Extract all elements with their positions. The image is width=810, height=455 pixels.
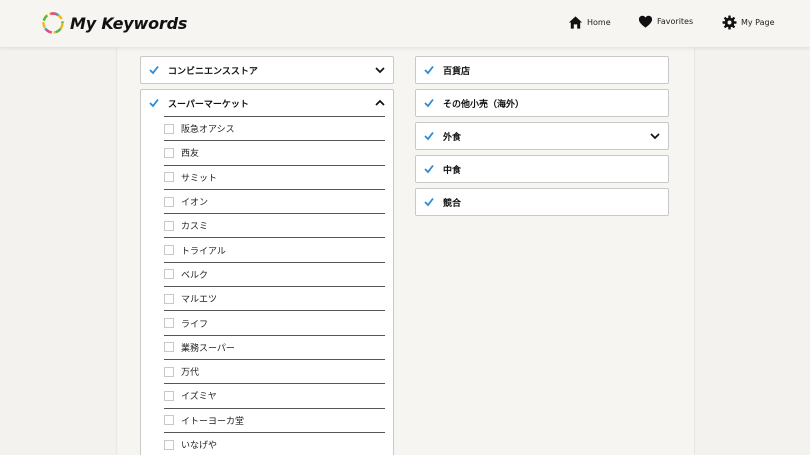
list-item[interactable]: いなげや [164, 431, 385, 455]
category-label: コンビニエンスストア [168, 66, 258, 77]
category-ready-meals[interactable]: 中食 [415, 155, 669, 183]
list-item[interactable]: イトーヨーカ堂 [164, 407, 385, 432]
checkbox[interactable] [164, 220, 174, 231]
checkmark-icon [424, 98, 434, 108]
list-item[interactable]: ライフ [164, 310, 385, 334]
checkbox[interactable] [164, 366, 174, 377]
checkmark-icon [149, 65, 159, 75]
list-item[interactable]: イズミヤ [164, 383, 385, 407]
category-other-retail-overseas[interactable]: その他小売（海外） [415, 89, 669, 117]
checkbox[interactable] [164, 269, 174, 280]
nav-my-page-label: My Page [741, 18, 775, 27]
category-header[interactable]: その他小売（海外） [416, 90, 668, 116]
home-icon [568, 16, 583, 29]
item-label: 業務スーパー [181, 343, 235, 354]
nav-my-page[interactable]: My Page [722, 15, 775, 30]
item-label: ライフ [181, 319, 209, 330]
list-item[interactable]: 西友 [164, 140, 385, 164]
chevron-down-icon[interactable] [650, 132, 660, 140]
list-item[interactable]: ベルク [164, 261, 385, 286]
nav-favorites[interactable]: Favorites [638, 14, 693, 29]
app-title: My Keywords [70, 13, 188, 33]
item-label: イトーヨーカ堂 [181, 416, 245, 427]
category-header[interactable]: コンビニエンスストア [141, 57, 393, 83]
item-label: カスミ [181, 222, 209, 233]
category-label: その他小売（海外） [443, 99, 525, 110]
item-label: トライアル [181, 246, 226, 257]
list-item[interactable]: イオン [164, 188, 385, 213]
checkbox[interactable] [164, 172, 174, 183]
heart-icon [638, 15, 653, 28]
category-label: 外食 [443, 132, 462, 143]
list-item[interactable]: マルエツ [164, 286, 385, 310]
category-header[interactable]: スーパーマーケット [141, 90, 393, 116]
list-item[interactable]: カスミ [164, 213, 385, 237]
list-item[interactable]: 業務スーパー [164, 334, 385, 359]
checkbox[interactable] [164, 196, 174, 207]
checkmark-icon [149, 98, 159, 108]
item-label: いなげや [181, 441, 218, 451]
list-item[interactable]: サミット [164, 164, 385, 189]
category-header[interactable]: 百貨店 [416, 57, 668, 83]
item-label: マルエツ [181, 295, 218, 306]
category-competitors[interactable]: 競合 [415, 188, 669, 216]
checkbox[interactable] [164, 342, 174, 353]
item-label: 阪急オアシス [181, 125, 235, 136]
item-label: サミット [181, 173, 218, 184]
category-label: 中食 [443, 165, 462, 176]
list-item[interactable]: トライアル [164, 237, 385, 261]
item-label: 万代 [181, 368, 200, 379]
app-logo[interactable]: My Keywords [41, 11, 187, 35]
category-convenience-store[interactable]: コンビニエンスストア [140, 56, 394, 84]
checkmark-icon [424, 131, 434, 141]
checkbox[interactable] [164, 147, 174, 158]
nav-favorites-label: Favorites [657, 17, 694, 26]
category-header[interactable]: 競合 [416, 189, 668, 215]
list-item[interactable]: 万代 [164, 358, 385, 383]
item-label: 西友 [181, 149, 200, 160]
top-header: My Keywords Home Favorites My Page [0, 0, 810, 47]
nav-home-label: Home [587, 18, 611, 27]
checkbox[interactable] [164, 245, 174, 256]
checkbox[interactable] [164, 415, 174, 426]
checkbox[interactable] [164, 390, 174, 401]
checkbox[interactable] [164, 123, 174, 134]
checkbox[interactable] [164, 439, 174, 450]
category-header[interactable]: 外食 [416, 123, 668, 149]
category-dining-out[interactable]: 外食 [415, 122, 669, 150]
nav-home[interactable]: Home [568, 15, 611, 30]
logo-ring-icon [42, 12, 64, 34]
checkbox[interactable] [164, 318, 174, 329]
checkmark-icon [424, 197, 434, 207]
category-header[interactable]: 中食 [416, 156, 668, 182]
checkbox[interactable] [164, 293, 174, 304]
item-label: ベルク [181, 270, 209, 281]
category-label: 百貨店 [443, 66, 471, 77]
category-supermarket[interactable]: スーパーマーケット 阪急オアシス 西友 サミット イオン カスミ トライアル ベ… [140, 89, 394, 455]
supermarket-list: 阪急オアシス 西友 サミット イオン カスミ トライアル ベルク マルエツ ライ… [164, 116, 385, 455]
chevron-down-icon[interactable] [375, 66, 385, 74]
category-department-store[interactable]: 百貨店 [415, 56, 669, 84]
category-label: 競合 [443, 198, 462, 209]
item-label: イオン [181, 198, 209, 209]
gear-icon [722, 15, 737, 30]
item-label: イズミヤ [181, 392, 217, 403]
checkmark-icon [424, 65, 434, 75]
category-label: スーパーマーケット [168, 99, 249, 110]
list-item[interactable]: 阪急オアシス [164, 116, 385, 140]
checkmark-icon [424, 164, 434, 174]
chevron-up-icon[interactable] [375, 99, 385, 107]
